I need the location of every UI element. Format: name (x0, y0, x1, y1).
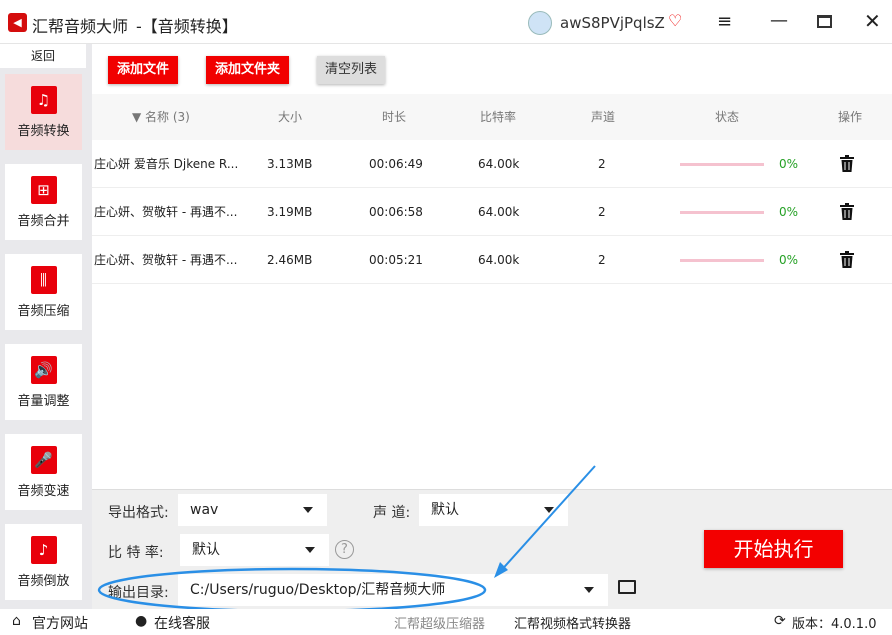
microphone-icon: 🎤 (30, 446, 57, 474)
compressor-link[interactable]: 汇帮超级压缩器 (394, 613, 485, 632)
header-status: 状态 (715, 110, 740, 124)
file-bitrate: 64.00k (478, 253, 520, 267)
file-list-panel: 添加文件 添加文件夹 清空列表 ▼ 名称 (3) 大小 时长 比特率 声道 状态… (92, 44, 892, 489)
username[interactable]: awS8PVjPqlsZ (560, 14, 665, 32)
header-channel: 声道 (591, 110, 616, 124)
file-channel: 2 (598, 205, 606, 219)
folder-icon[interactable] (618, 580, 636, 594)
file-duration: 00:05:21 (369, 253, 423, 267)
format-value: wav (190, 502, 219, 518)
header-duration: 时长 (382, 110, 407, 124)
output-dir-select[interactable]: C:/Users/ruguo/Desktop/汇帮音频大师 (178, 574, 608, 606)
volume-icon: 🔊 (30, 356, 57, 384)
sidebar: 返回 ♫ 音频转换 ⊞ 音频合并 ⫼ 音频压缩 🔊 音量调整 🎤 音频变速 ♪ 音频倒放 (0, 44, 92, 609)
website-link[interactable]: 官方网站 (32, 613, 88, 633)
sidebar-item-merge[interactable]: ⊞ 音频合并 (5, 164, 82, 240)
file-size: 3.13MB (267, 157, 313, 171)
file-size: 2.46MB (267, 253, 313, 267)
progress-bar (680, 211, 764, 214)
chevron-down-icon (305, 547, 315, 553)
table-header: ▼ 名称 (3) 大小 时长 比特率 声道 状态 操作 (92, 94, 892, 140)
progress-bar (680, 163, 764, 166)
progress-percent: 0% (779, 253, 799, 267)
sidebar-item-label: 音量调整 (17, 394, 70, 409)
format-select[interactable]: wav (178, 494, 327, 526)
channel-select[interactable]: 默认 (419, 494, 568, 526)
table-row[interactable]: 庄心妍 爱音乐 Djkene R... 3.13MB 00:06:49 64.0… (92, 140, 892, 188)
app-name: 汇帮音频大师 (32, 17, 129, 36)
file-bitrate: 64.00k (478, 157, 520, 171)
compress-icon: ⫼ (30, 266, 57, 294)
sidebar-item-label: 音频倒放 (17, 574, 70, 589)
version-label: 版本：4.0.1.0 (792, 617, 877, 632)
bitrate-select[interactable]: 默认 (180, 534, 329, 566)
start-button[interactable]: 开始执行 (704, 530, 843, 568)
channel-label: 声 道: (373, 505, 411, 521)
support-link[interactable]: 在线客服 (154, 613, 210, 633)
table-row[interactable]: 庄心妍、贺敬轩 - 再遇不... 2.46MB 00:05:21 64.00k … (92, 236, 892, 284)
video-converter-link[interactable]: 汇帮视频格式转换器 (514, 613, 631, 632)
header-size: 大小 (278, 110, 303, 124)
maximize-icon[interactable] (817, 15, 832, 28)
refresh-icon[interactable]: ⟳ (774, 613, 786, 629)
progress-percent: 0% (779, 157, 799, 171)
help-icon[interactable]: ? (335, 540, 354, 559)
page-title: -【音频转换】 (136, 17, 238, 36)
minimize-icon[interactable]: — (770, 10, 788, 31)
file-name: 庄心妍 爱音乐 Djkene R... (94, 157, 239, 171)
header-bitrate: 比特率 (480, 110, 517, 124)
sort-icon[interactable]: ▼ (132, 94, 141, 140)
avatar[interactable] (528, 11, 552, 35)
trash-icon[interactable] (840, 155, 854, 172)
progress-bar (680, 259, 764, 262)
sidebar-item-volume[interactable]: 🔊 音量调整 (5, 344, 82, 420)
file-channel: 2 (598, 253, 606, 267)
chevron-down-icon (544, 507, 554, 513)
clear-list-button[interactable]: 清空列表 (317, 56, 386, 84)
music-note-icon: ♪ (30, 536, 57, 564)
format-label: 导出格式: (108, 505, 169, 521)
sidebar-item-label: 音频变速 (17, 484, 70, 499)
sidebar-item-compress[interactable]: ⫼ 音频压缩 (5, 254, 82, 330)
close-icon[interactable]: ✕ (864, 9, 881, 33)
trash-icon[interactable] (840, 251, 854, 268)
file-size: 3.19MB (267, 205, 313, 219)
file-channel: 2 (598, 157, 606, 171)
file-duration: 00:06:58 (369, 205, 423, 219)
convert-icon: ♫ (30, 86, 57, 114)
bitrate-value: 默认 (192, 542, 220, 558)
sidebar-item-label: 音频转换 (17, 124, 70, 139)
file-bitrate: 64.00k (478, 205, 520, 219)
chevron-down-icon (303, 507, 313, 513)
sidebar-item-label: 音频合并 (17, 214, 70, 229)
header-action: 操作 (838, 110, 863, 124)
app-logo-icon: ◀ (8, 13, 27, 32)
header-name[interactable]: 名称 (3) (145, 94, 190, 140)
output-dir-value: C:/Users/ruguo/Desktop/汇帮音频大师 (190, 582, 446, 598)
sidebar-item-label: 音频压缩 (17, 304, 70, 319)
bitrate-label: 比 特 率: (108, 545, 164, 561)
file-name: 庄心妍、贺敬轩 - 再遇不... (94, 205, 238, 219)
vip-icon[interactable]: ♡ (668, 11, 682, 30)
sidebar-item-speed[interactable]: 🎤 音频变速 (5, 434, 82, 510)
title-bar: ◀ 汇帮音频大师 -【音频转换】 awS8PVjPqlsZ ♡ ≡ — ✕ (0, 0, 892, 44)
file-name: 庄心妍、贺敬轩 - 再遇不... (94, 253, 238, 267)
support-icon[interactable]: ● (135, 613, 147, 629)
channel-value: 默认 (431, 502, 459, 518)
add-file-button[interactable]: 添加文件 (108, 56, 179, 84)
back-button[interactable]: 返回 (0, 44, 86, 68)
add-folder-button[interactable]: 添加文件夹 (206, 56, 290, 84)
trash-icon[interactable] (840, 203, 854, 220)
file-duration: 00:06:49 (369, 157, 423, 171)
footer: ⌂ 官方网站 ● 在线客服 汇帮超级压缩器 汇帮视频格式转换器 ⟳ 版本：4.0… (0, 609, 892, 635)
menu-icon[interactable]: ≡ (717, 11, 732, 32)
table-row[interactable]: 庄心妍、贺敬轩 - 再遇不... 3.19MB 00:06:58 64.00k … (92, 188, 892, 236)
progress-percent: 0% (779, 205, 799, 219)
sidebar-item-reverse[interactable]: ♪ 音频倒放 (5, 524, 82, 600)
output-label: 输出目录: (108, 585, 169, 601)
sidebar-item-convert[interactable]: ♫ 音频转换 (5, 74, 82, 150)
merge-icon: ⊞ (30, 176, 57, 204)
home-icon[interactable]: ⌂ (12, 613, 21, 629)
chevron-down-icon (584, 587, 594, 593)
